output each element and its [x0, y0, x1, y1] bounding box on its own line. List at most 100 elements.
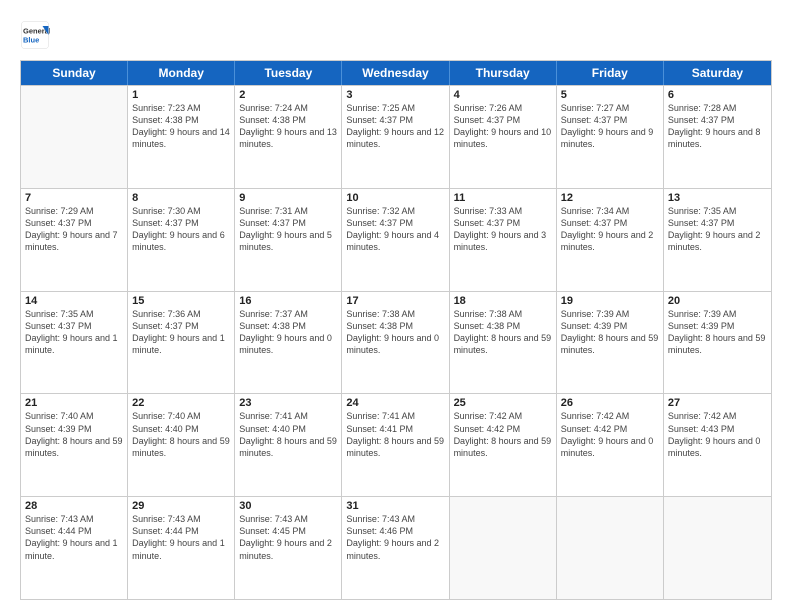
calendar-cell: 21Sunrise: 7:40 AMSunset: 4:39 PMDayligh…	[21, 394, 128, 496]
calendar-cell: 24Sunrise: 7:41 AMSunset: 4:41 PMDayligh…	[342, 394, 449, 496]
calendar-cell: 23Sunrise: 7:41 AMSunset: 4:40 PMDayligh…	[235, 394, 342, 496]
calendar-cell: 14Sunrise: 7:35 AMSunset: 4:37 PMDayligh…	[21, 292, 128, 394]
day-number: 2	[239, 89, 337, 101]
day-info: Sunrise: 7:42 AMSunset: 4:42 PMDaylight:…	[454, 410, 552, 459]
day-number: 20	[668, 295, 767, 307]
day-info: Sunrise: 7:43 AMSunset: 4:44 PMDaylight:…	[25, 513, 123, 562]
calendar-cell: 25Sunrise: 7:42 AMSunset: 4:42 PMDayligh…	[450, 394, 557, 496]
day-number: 29	[132, 500, 230, 512]
day-number: 22	[132, 397, 230, 409]
day-number: 17	[346, 295, 444, 307]
day-number: 12	[561, 192, 659, 204]
calendar-cell: 11Sunrise: 7:33 AMSunset: 4:37 PMDayligh…	[450, 189, 557, 291]
day-number: 3	[346, 89, 444, 101]
calendar-cell: 8Sunrise: 7:30 AMSunset: 4:37 PMDaylight…	[128, 189, 235, 291]
calendar-cell	[664, 497, 771, 599]
day-number: 6	[668, 89, 767, 101]
calendar-cell: 31Sunrise: 7:43 AMSunset: 4:46 PMDayligh…	[342, 497, 449, 599]
day-number: 23	[239, 397, 337, 409]
day-number: 25	[454, 397, 552, 409]
calendar-cell: 17Sunrise: 7:38 AMSunset: 4:38 PMDayligh…	[342, 292, 449, 394]
calendar-cell	[557, 497, 664, 599]
day-info: Sunrise: 7:30 AMSunset: 4:37 PMDaylight:…	[132, 205, 230, 254]
day-number: 24	[346, 397, 444, 409]
day-info: Sunrise: 7:43 AMSunset: 4:45 PMDaylight:…	[239, 513, 337, 562]
day-info: Sunrise: 7:35 AMSunset: 4:37 PMDaylight:…	[25, 308, 123, 357]
calendar-cell: 10Sunrise: 7:32 AMSunset: 4:37 PMDayligh…	[342, 189, 449, 291]
calendar-cell: 19Sunrise: 7:39 AMSunset: 4:39 PMDayligh…	[557, 292, 664, 394]
day-number: 9	[239, 192, 337, 204]
calendar-cell: 2Sunrise: 7:24 AMSunset: 4:38 PMDaylight…	[235, 86, 342, 188]
page: General Blue Sunday Monday Tuesday Wedne…	[0, 0, 792, 612]
calendar-cell: 12Sunrise: 7:34 AMSunset: 4:37 PMDayligh…	[557, 189, 664, 291]
calendar-cell: 4Sunrise: 7:26 AMSunset: 4:37 PMDaylight…	[450, 86, 557, 188]
header-wednesday: Wednesday	[342, 61, 449, 85]
calendar-cell: 27Sunrise: 7:42 AMSunset: 4:43 PMDayligh…	[664, 394, 771, 496]
day-info: Sunrise: 7:23 AMSunset: 4:38 PMDaylight:…	[132, 102, 230, 151]
day-info: Sunrise: 7:41 AMSunset: 4:41 PMDaylight:…	[346, 410, 444, 459]
day-info: Sunrise: 7:26 AMSunset: 4:37 PMDaylight:…	[454, 102, 552, 151]
logo-icon: General Blue	[20, 20, 50, 50]
calendar-row-4: 21Sunrise: 7:40 AMSunset: 4:39 PMDayligh…	[21, 393, 771, 496]
calendar-cell: 15Sunrise: 7:36 AMSunset: 4:37 PMDayligh…	[128, 292, 235, 394]
day-info: Sunrise: 7:38 AMSunset: 4:38 PMDaylight:…	[346, 308, 444, 357]
day-info: Sunrise: 7:38 AMSunset: 4:38 PMDaylight:…	[454, 308, 552, 357]
day-number: 19	[561, 295, 659, 307]
calendar-cell: 13Sunrise: 7:35 AMSunset: 4:37 PMDayligh…	[664, 189, 771, 291]
day-number: 11	[454, 192, 552, 204]
calendar-cell: 5Sunrise: 7:27 AMSunset: 4:37 PMDaylight…	[557, 86, 664, 188]
day-number: 30	[239, 500, 337, 512]
day-info: Sunrise: 7:36 AMSunset: 4:37 PMDaylight:…	[132, 308, 230, 357]
calendar-row-1: 1Sunrise: 7:23 AMSunset: 4:38 PMDaylight…	[21, 85, 771, 188]
header-saturday: Saturday	[664, 61, 771, 85]
day-number: 13	[668, 192, 767, 204]
day-number: 1	[132, 89, 230, 101]
svg-text:Blue: Blue	[23, 36, 39, 45]
calendar-cell: 3Sunrise: 7:25 AMSunset: 4:37 PMDaylight…	[342, 86, 449, 188]
header-sunday: Sunday	[21, 61, 128, 85]
day-number: 16	[239, 295, 337, 307]
calendar-cell: 30Sunrise: 7:43 AMSunset: 4:45 PMDayligh…	[235, 497, 342, 599]
calendar-header: Sunday Monday Tuesday Wednesday Thursday…	[21, 61, 771, 85]
day-info: Sunrise: 7:33 AMSunset: 4:37 PMDaylight:…	[454, 205, 552, 254]
day-number: 27	[668, 397, 767, 409]
day-number: 26	[561, 397, 659, 409]
day-info: Sunrise: 7:34 AMSunset: 4:37 PMDaylight:…	[561, 205, 659, 254]
logo: General Blue	[20, 18, 54, 50]
day-number: 7	[25, 192, 123, 204]
calendar-cell: 28Sunrise: 7:43 AMSunset: 4:44 PMDayligh…	[21, 497, 128, 599]
day-info: Sunrise: 7:40 AMSunset: 4:40 PMDaylight:…	[132, 410, 230, 459]
calendar-cell: 6Sunrise: 7:28 AMSunset: 4:37 PMDaylight…	[664, 86, 771, 188]
day-info: Sunrise: 7:42 AMSunset: 4:43 PMDaylight:…	[668, 410, 767, 459]
day-info: Sunrise: 7:39 AMSunset: 4:39 PMDaylight:…	[561, 308, 659, 357]
calendar-body: 1Sunrise: 7:23 AMSunset: 4:38 PMDaylight…	[21, 85, 771, 599]
day-info: Sunrise: 7:31 AMSunset: 4:37 PMDaylight:…	[239, 205, 337, 254]
calendar-cell: 29Sunrise: 7:43 AMSunset: 4:44 PMDayligh…	[128, 497, 235, 599]
calendar-cell: 9Sunrise: 7:31 AMSunset: 4:37 PMDaylight…	[235, 189, 342, 291]
day-info: Sunrise: 7:27 AMSunset: 4:37 PMDaylight:…	[561, 102, 659, 151]
calendar-cell	[21, 86, 128, 188]
day-info: Sunrise: 7:42 AMSunset: 4:42 PMDaylight:…	[561, 410, 659, 459]
day-number: 15	[132, 295, 230, 307]
calendar-cell: 18Sunrise: 7:38 AMSunset: 4:38 PMDayligh…	[450, 292, 557, 394]
day-info: Sunrise: 7:24 AMSunset: 4:38 PMDaylight:…	[239, 102, 337, 151]
day-number: 14	[25, 295, 123, 307]
day-number: 8	[132, 192, 230, 204]
day-info: Sunrise: 7:39 AMSunset: 4:39 PMDaylight:…	[668, 308, 767, 357]
calendar: Sunday Monday Tuesday Wednesday Thursday…	[20, 60, 772, 600]
day-number: 10	[346, 192, 444, 204]
day-number: 5	[561, 89, 659, 101]
day-info: Sunrise: 7:41 AMSunset: 4:40 PMDaylight:…	[239, 410, 337, 459]
day-info: Sunrise: 7:32 AMSunset: 4:37 PMDaylight:…	[346, 205, 444, 254]
day-number: 31	[346, 500, 444, 512]
calendar-row-3: 14Sunrise: 7:35 AMSunset: 4:37 PMDayligh…	[21, 291, 771, 394]
day-info: Sunrise: 7:25 AMSunset: 4:37 PMDaylight:…	[346, 102, 444, 151]
header-monday: Monday	[128, 61, 235, 85]
day-info: Sunrise: 7:43 AMSunset: 4:46 PMDaylight:…	[346, 513, 444, 562]
calendar-cell: 20Sunrise: 7:39 AMSunset: 4:39 PMDayligh…	[664, 292, 771, 394]
day-info: Sunrise: 7:43 AMSunset: 4:44 PMDaylight:…	[132, 513, 230, 562]
calendar-cell: 7Sunrise: 7:29 AMSunset: 4:37 PMDaylight…	[21, 189, 128, 291]
day-info: Sunrise: 7:29 AMSunset: 4:37 PMDaylight:…	[25, 205, 123, 254]
calendar-row-2: 7Sunrise: 7:29 AMSunset: 4:37 PMDaylight…	[21, 188, 771, 291]
header: General Blue	[20, 18, 772, 50]
